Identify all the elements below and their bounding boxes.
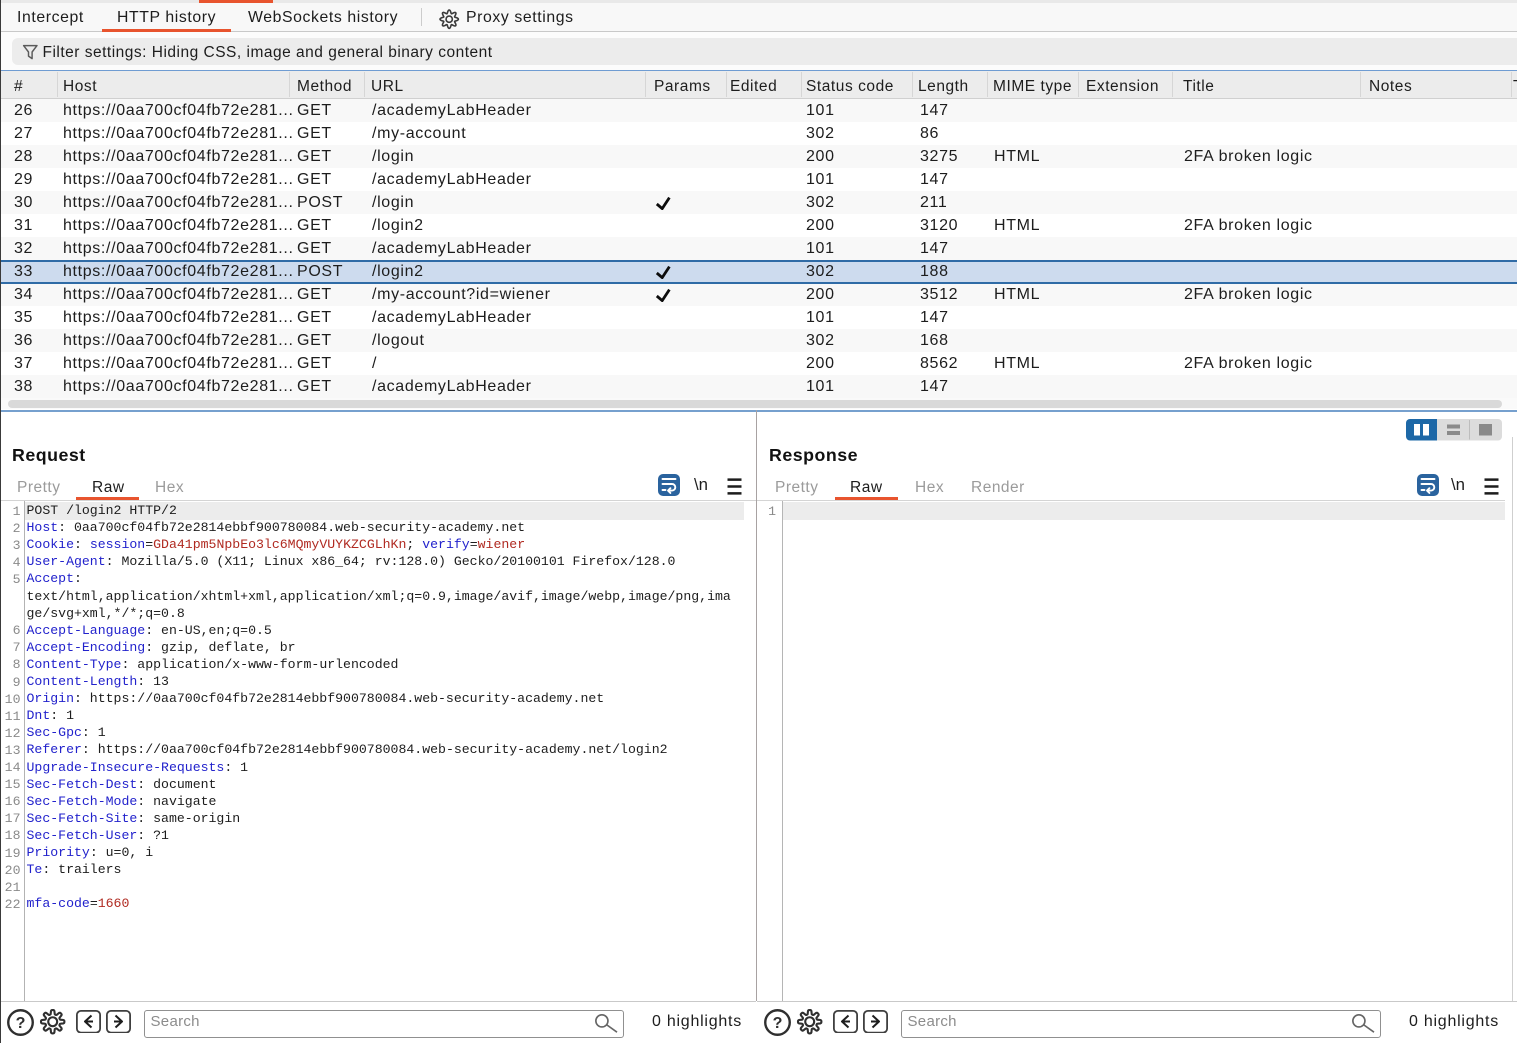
svg-text:?: ?	[16, 1014, 26, 1032]
svg-text:?: ?	[773, 1014, 783, 1032]
